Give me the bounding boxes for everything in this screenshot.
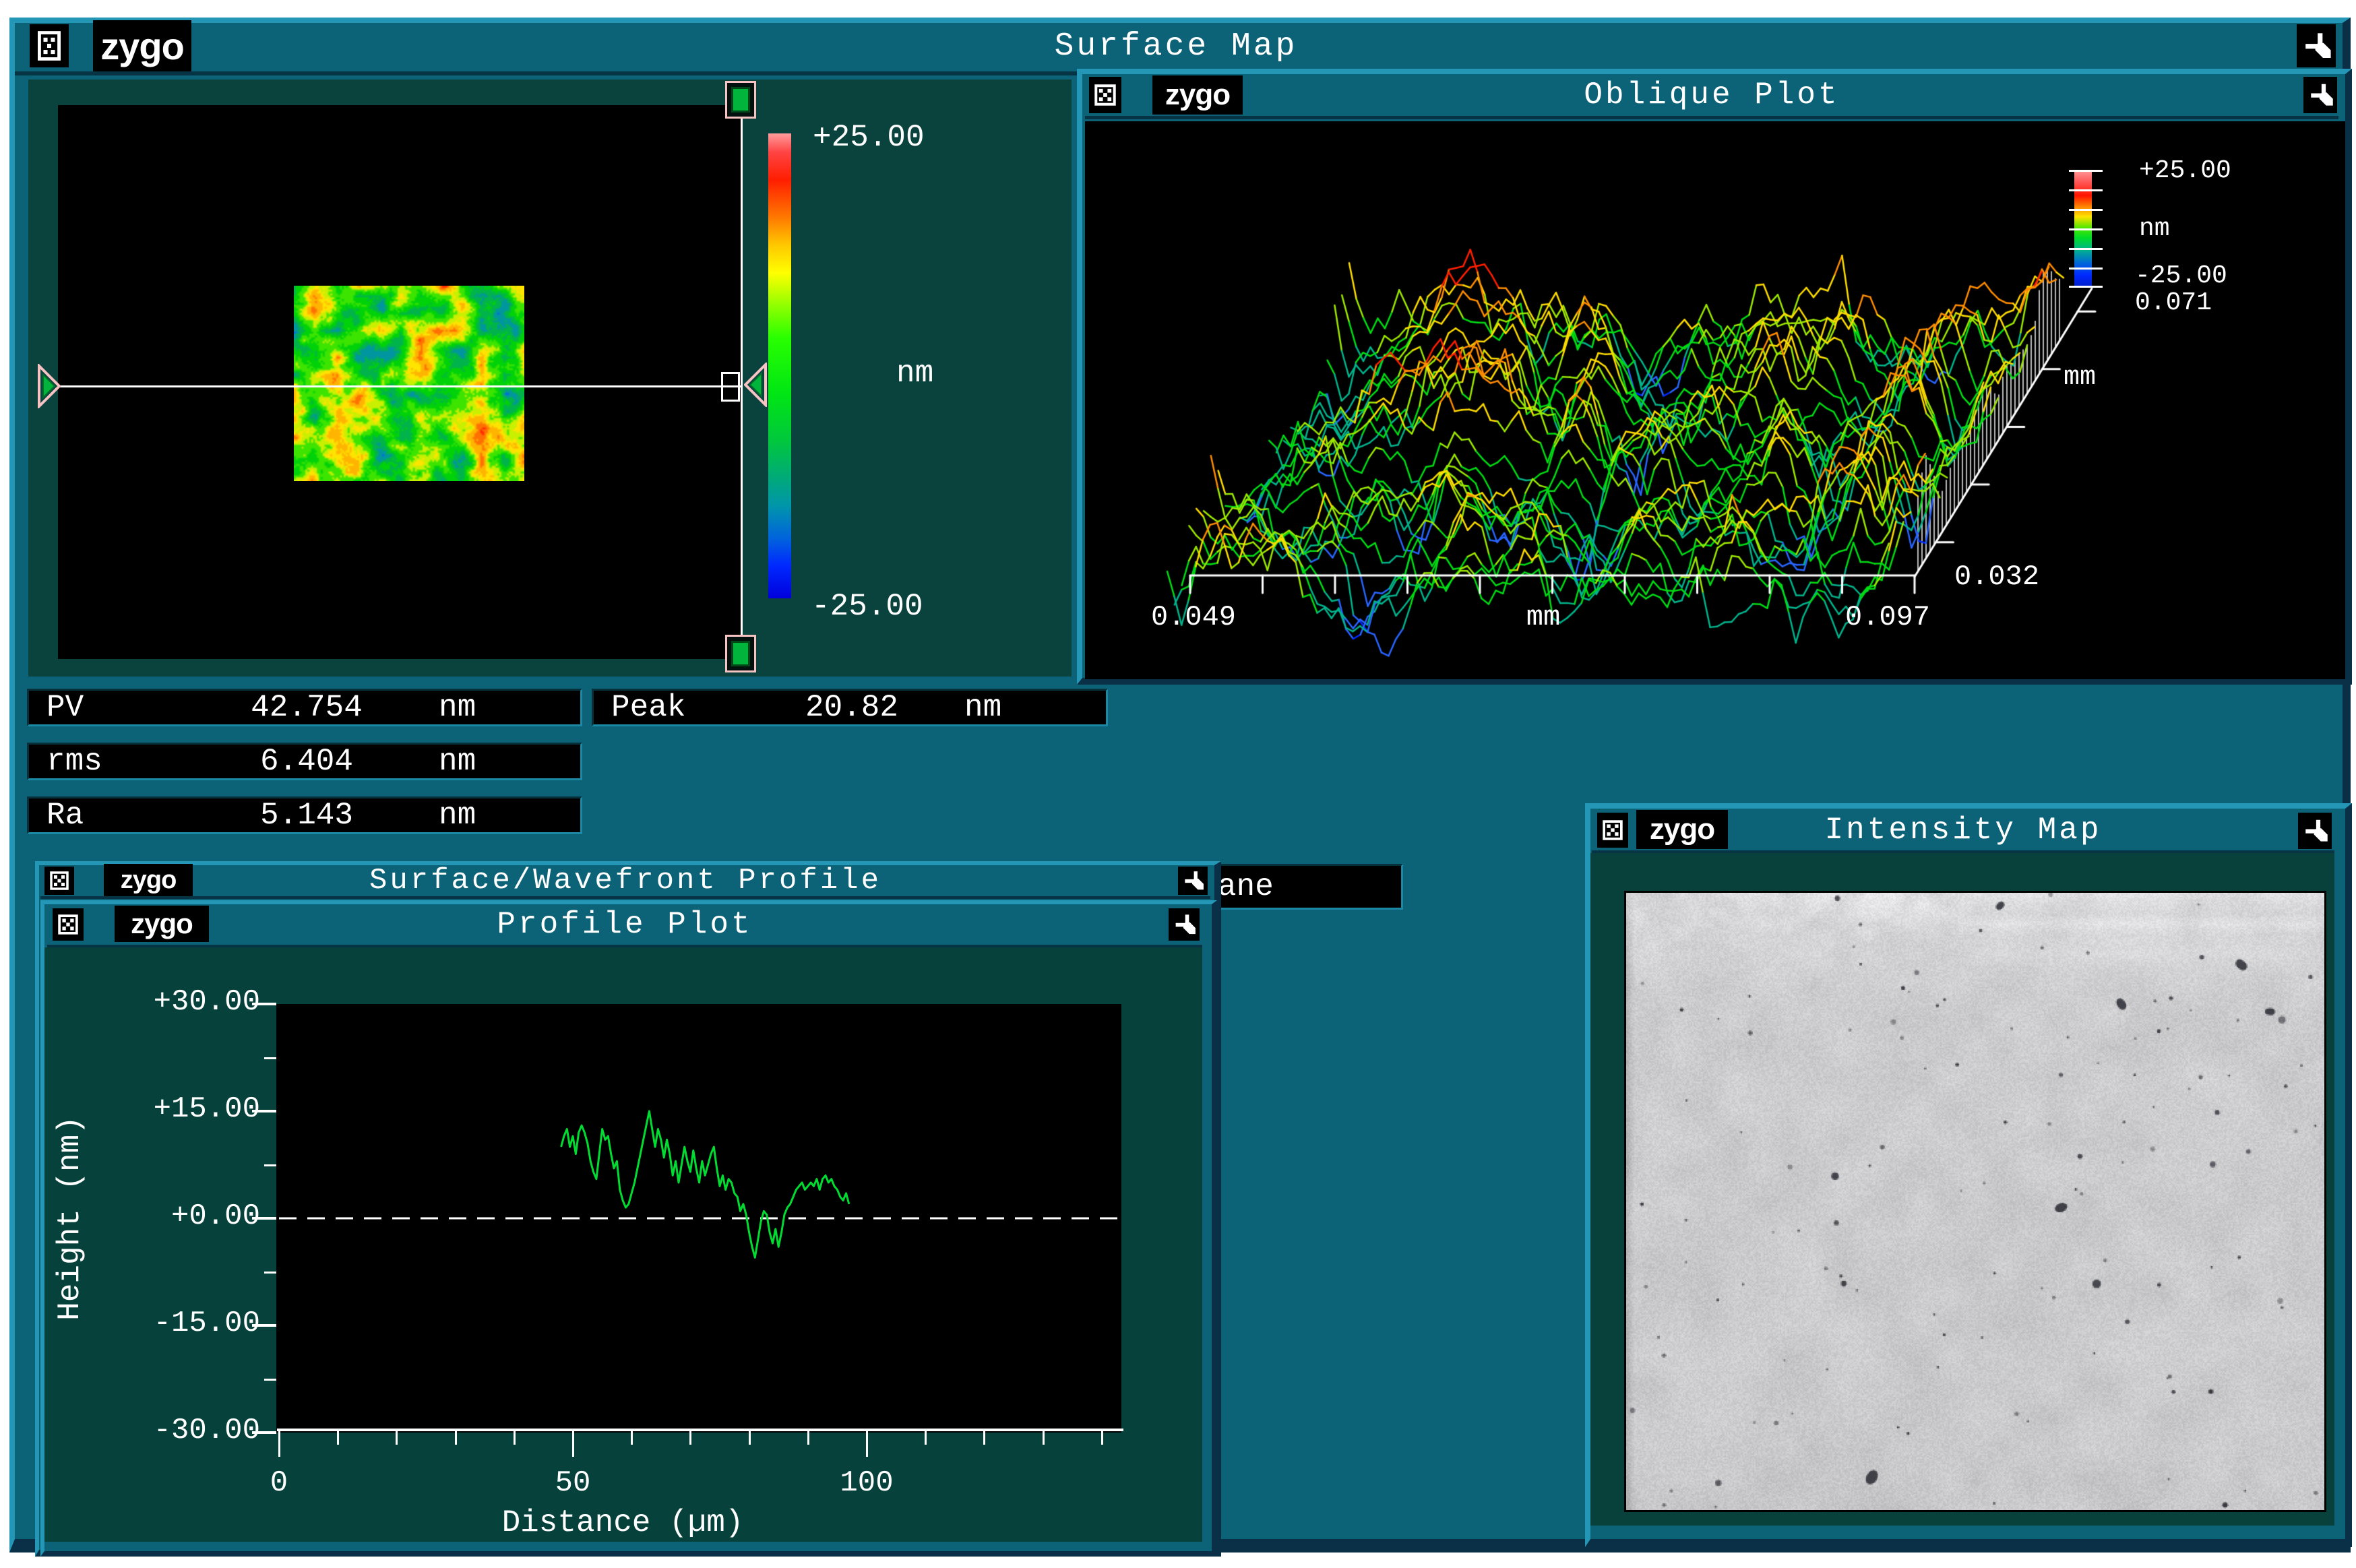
- window-close-button[interactable]: [1089, 77, 1121, 113]
- titlebar-separator: [1085, 116, 2338, 119]
- window-title: Surface/Wavefront Profile: [40, 865, 1210, 896]
- readout-value: 5.143: [175, 798, 439, 833]
- crop-handle-top[interactable]: [725, 81, 756, 119]
- zygo-logo-text: zygo: [1650, 813, 1714, 846]
- zygo-logo: zygo: [115, 906, 209, 942]
- window-pin-button[interactable]: [2298, 813, 2332, 849]
- crop-handle-bottom[interactable]: [725, 635, 756, 672]
- oblique-colorbar-tick: [2069, 286, 2103, 288]
- surface-map-titlebar[interactable]: Surface Map zygo: [15, 23, 2337, 70]
- oblique-colorbar-tick: [2069, 189, 2103, 191]
- metropro-desktop: Surface Map zygo: [0, 0, 2356, 1568]
- readout-value: 42.754: [175, 690, 439, 725]
- zygo-logo: zygo: [1152, 75, 1243, 115]
- window-title: Profile Plot: [47, 906, 1202, 943]
- oblique-z-bottom-label: -25.00: [2135, 261, 2227, 290]
- pushpin-icon: [1172, 912, 1196, 937]
- window-title: Oblique Plot: [1085, 75, 2338, 115]
- zygo-logo-text: zygo: [100, 24, 184, 68]
- oblique-x-unit-label: mm: [1496, 601, 1590, 633]
- oblique-colorbar-tick: [2069, 248, 2103, 250]
- readout-unit: nm: [439, 798, 580, 833]
- pushpin-icon: [2307, 81, 2334, 109]
- profile-plot-titlebar[interactable]: Profile Plot zygo: [47, 906, 1202, 943]
- zygo-logo-text: zygo: [121, 866, 177, 895]
- readout-unit: nm: [439, 690, 580, 725]
- surface-colorbar-bottom-label: -25.00: [811, 589, 923, 624]
- profile-trace: [561, 1111, 849, 1257]
- readout-rms: rms 6.404 nm: [27, 743, 582, 780]
- window-close-button[interactable]: [1597, 813, 1628, 848]
- close-icon: [38, 31, 61, 61]
- pushpin-icon: [2301, 29, 2332, 63]
- readout-label: Peak: [594, 690, 739, 725]
- intensity-image: [1626, 893, 2324, 1510]
- window-close-button[interactable]: [44, 867, 74, 895]
- close-icon: [50, 871, 69, 890]
- window-pin-button[interactable]: [1169, 908, 1200, 941]
- intensity-map-titlebar[interactable]: Intensity Map zygo: [1592, 810, 2334, 850]
- readout-remove-plane-partial: ane: [1206, 864, 1403, 910]
- readout-value: 20.82: [739, 690, 964, 725]
- profile-trace-plot: [276, 1004, 1121, 1433]
- zygo-logo: zygo: [93, 20, 191, 71]
- slice-right-marker[interactable]: [744, 363, 768, 407]
- slice-left-marker[interactable]: [36, 364, 62, 408]
- oblique-x-end-label: 0.097: [1837, 601, 1938, 633]
- window-title: Surface Map: [15, 23, 2337, 70]
- profile-yaxis-label: Height (nm): [53, 1116, 88, 1321]
- readout-peak: Peak 20.82 nm: [592, 689, 1108, 726]
- readout-label: PV: [29, 690, 175, 725]
- readout-value: 6.404: [175, 744, 439, 779]
- surface-colorbar: [768, 133, 791, 598]
- pushpin-icon: [2301, 817, 2328, 845]
- oblique-depth-far-label: 0.071: [2135, 288, 2212, 317]
- oblique-x-start-label: 0.049: [1143, 601, 1244, 633]
- titlebar-separator: [40, 896, 1210, 899]
- oblique-z-top-label: +25.00: [2139, 156, 2231, 185]
- surface-colorbar-top-label: +25.00: [813, 120, 925, 155]
- profile-xaxis-label: Distance (µm): [454, 1505, 791, 1540]
- oblique-plot-titlebar[interactable]: Oblique Plot zygo: [1085, 75, 2338, 115]
- oblique-depth-near-label: 0.032: [1954, 561, 2039, 593]
- readout-unit: nm: [964, 690, 1106, 725]
- profile-outer-titlebar[interactable]: Surface/Wavefront Profile zygo: [40, 865, 1210, 896]
- pushpin-icon: [1181, 869, 1204, 892]
- window-close-button[interactable]: [53, 908, 84, 941]
- slice-right-box-marker[interactable]: [721, 372, 740, 402]
- oblique-colorbar-tick: [2069, 268, 2103, 270]
- crop-handle-top-fill: [731, 87, 750, 113]
- close-icon: [1094, 84, 1116, 106]
- oblique-z-unit-label: nm: [2139, 214, 2170, 243]
- readout-pv: PV 42.754 nm: [27, 689, 582, 726]
- slice-line-horizontal[interactable]: [59, 385, 741, 387]
- oblique-wireframe-plot: [1085, 121, 2345, 679]
- window-close-button[interactable]: [30, 24, 69, 67]
- readout-unit: nm: [439, 744, 580, 779]
- zygo-logo: zygo: [104, 864, 193, 896]
- window-pin-button[interactable]: [2303, 77, 2337, 113]
- close-icon: [58, 914, 78, 935]
- oblique-colorbar-tick: [2069, 209, 2103, 211]
- window-pin-button[interactable]: [1178, 867, 1208, 895]
- oblique-colorbar-tick: [2069, 228, 2103, 230]
- readout-ra: Ra 5.143 nm: [27, 796, 582, 834]
- zygo-logo-text: zygo: [131, 908, 193, 940]
- oblique-colorbar-tick: [2069, 170, 2103, 172]
- zygo-logo: zygo: [1636, 810, 1728, 849]
- surface-colorbar-unit-label: nm: [896, 356, 933, 391]
- crop-handle-bottom-fill: [731, 641, 750, 666]
- readout-label: Ra: [29, 798, 175, 833]
- surface-height-patch: [294, 286, 524, 481]
- crop-line-vertical[interactable]: [741, 101, 743, 654]
- close-icon: [1603, 820, 1623, 840]
- zygo-logo-text: zygo: [1165, 78, 1230, 112]
- oblique-depth-unit-label: mm: [2064, 363, 2096, 393]
- readout-label: rms: [29, 744, 175, 779]
- window-pin-button[interactable]: [2297, 24, 2336, 67]
